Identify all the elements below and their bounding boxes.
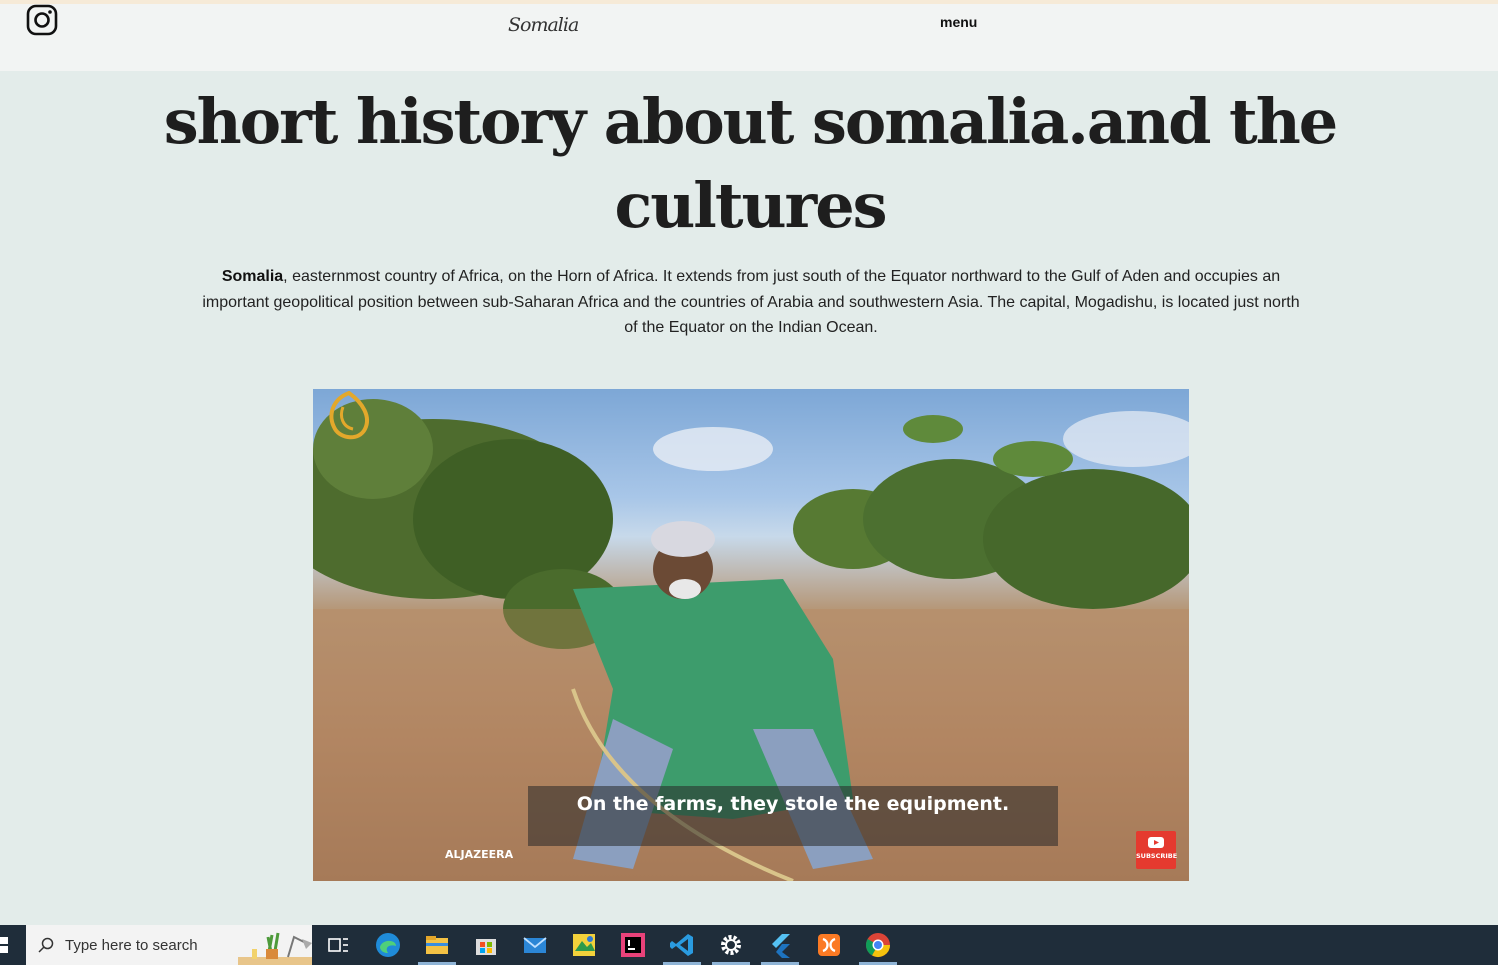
youtube-icon [1148, 837, 1164, 848]
vscode-icon[interactable] [668, 931, 696, 959]
mail-icon[interactable] [521, 931, 549, 959]
task-view-icon[interactable] [324, 931, 352, 959]
instagram-icon[interactable] [26, 4, 58, 36]
intro-bold: Somalia [221, 268, 284, 285]
aljazeera-logo-icon [329, 390, 369, 440]
subscribe-button[interactable] [1136, 831, 1176, 869]
intro-text: , easternmost country of Africa, on the … [202, 268, 1300, 336]
navbar: Somalia menu [0, 4, 1498, 71]
video-caption: On the farms, they stole the equipment. [576, 793, 1010, 815]
intro-paragraph: Somalia, easternmost country of Africa, … [200, 264, 1302, 341]
chrome-icon[interactable] [864, 931, 892, 959]
subscribe-label: SUBSCRIBE [1136, 852, 1178, 860]
windows-start-icon[interactable] [0, 935, 12, 955]
windows-taskbar: Type here to search [0, 925, 1498, 965]
search-highlight-plant-icon [238, 932, 312, 965]
search-placeholder: Type here to search [65, 937, 198, 954]
embedded-video[interactable]: On the farms, they stole the equipment. … [313, 389, 1189, 881]
page-title: short history about somalia.and the cult… [163, 85, 1338, 242]
menu-button[interactable]: menu [940, 14, 977, 30]
taskbar-search-box[interactable]: Type here to search [26, 925, 312, 965]
intellij-icon[interactable] [619, 931, 647, 959]
settings-icon[interactable] [717, 931, 745, 959]
microsoft-store-icon[interactable] [472, 931, 500, 959]
channel-label: ALJAZEERA [445, 848, 514, 861]
search-icon [38, 937, 54, 953]
photo-editor-icon[interactable] [570, 931, 598, 959]
edge-icon[interactable] [374, 931, 402, 959]
site-logo[interactable]: Somalia [508, 14, 579, 36]
flutter-icon[interactable] [766, 931, 794, 959]
xampp-icon[interactable] [815, 931, 843, 959]
file-explorer-icon[interactable] [423, 931, 451, 959]
